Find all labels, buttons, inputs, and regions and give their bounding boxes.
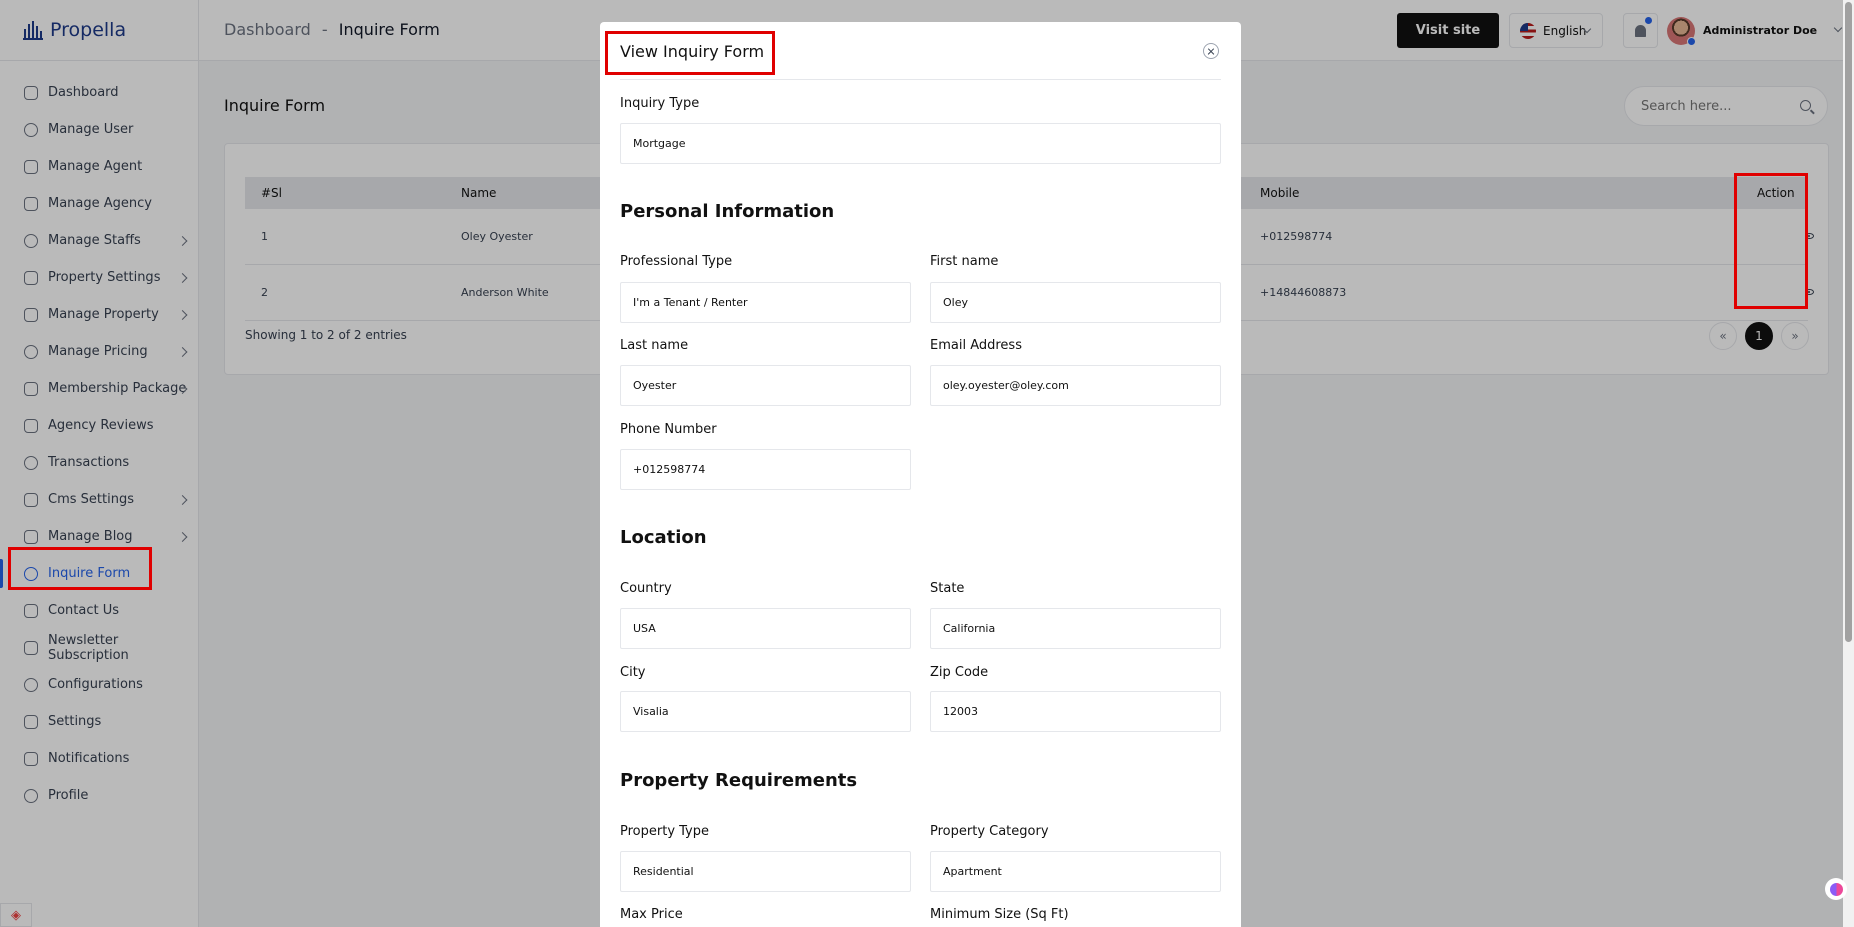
professional-type-label: Professional Type <box>620 254 733 269</box>
state-field[interactable] <box>930 608 1221 649</box>
city-label: City <box>620 665 646 680</box>
property-requirements-heading: Property Requirements <box>620 770 858 791</box>
property-type-label: Property Type <box>620 824 710 839</box>
country-field[interactable] <box>620 608 911 649</box>
state-label: State <box>930 581 965 596</box>
property-category-field[interactable] <box>930 851 1221 892</box>
assistant-icon[interactable] <box>1825 878 1847 900</box>
first-name-field[interactable] <box>930 282 1221 323</box>
sidebar-inquire-highlight <box>8 547 152 590</box>
page-scrollbar[interactable] <box>1843 0 1854 927</box>
city-field[interactable] <box>620 691 911 732</box>
first-name-label: First name <box>930 254 999 269</box>
phone-field[interactable] <box>620 449 911 490</box>
brain-icon <box>1829 882 1843 896</box>
last-name-field[interactable] <box>620 365 911 406</box>
email-label: Email Address <box>930 338 1022 353</box>
view-inquiry-modal: View Inquiry Form Inquiry Type Personal … <box>600 22 1241 927</box>
location-heading: Location <box>620 527 707 548</box>
property-type-field[interactable] <box>620 851 911 892</box>
inquiry-type-field[interactable] <box>620 123 1221 164</box>
country-label: Country <box>620 581 672 596</box>
property-category-label: Property Category <box>930 824 1049 839</box>
max-price-label: Max Price <box>620 907 683 922</box>
last-name-label: Last name <box>620 338 689 353</box>
zip-code-field[interactable] <box>930 691 1221 732</box>
personal-info-heading: Personal Information <box>620 201 835 222</box>
email-field[interactable] <box>930 365 1221 406</box>
scroll-thumb[interactable] <box>1845 2 1852 642</box>
modal-title-highlight <box>605 31 775 75</box>
phone-label: Phone Number <box>620 422 717 437</box>
action-column-highlight <box>1734 173 1808 309</box>
professional-type-field[interactable] <box>620 282 911 323</box>
close-icon[interactable] <box>1203 43 1219 59</box>
inquiry-type-label: Inquiry Type <box>620 96 700 111</box>
zip-code-label: Zip Code <box>930 665 989 680</box>
min-size-label: Minimum Size (Sq Ft) <box>930 907 1069 922</box>
